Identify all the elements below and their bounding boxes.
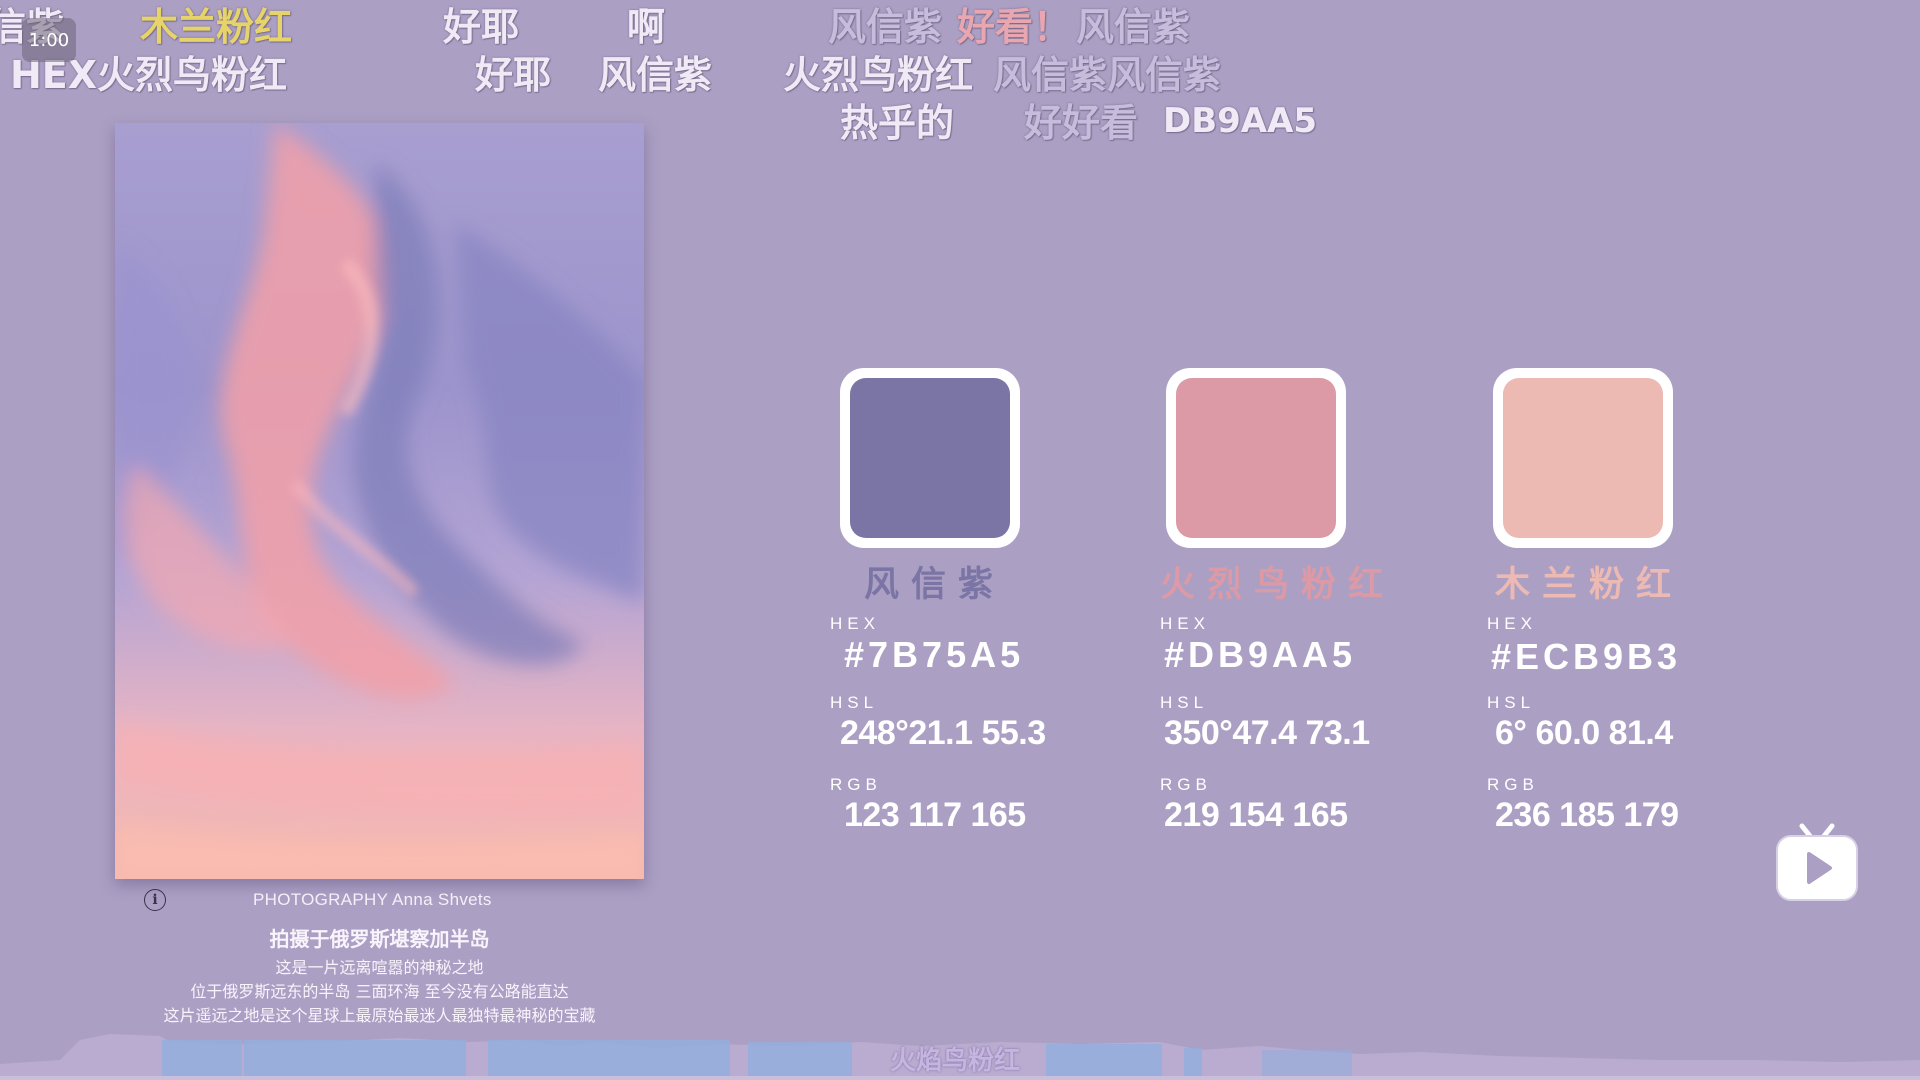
danmaku-item: 热乎的: [840, 101, 955, 145]
photographer-credit: PHOTOGRAPHY Anna Shvets: [253, 890, 492, 909]
danmaku-item: 风信紫风信紫: [993, 53, 1222, 97]
danmaku-item: 木兰粉红: [140, 5, 293, 49]
danmaku-item: DB9AA5: [1163, 101, 1318, 141]
rgb-label: RGB: [1487, 775, 1539, 794]
time-badge: 1:00: [22, 18, 76, 62]
hsl-value: 350°47.4 73.1: [1164, 714, 1370, 752]
hex-value: #ECB9B3: [1491, 636, 1682, 677]
bottom-danmaku: 火焰鸟粉红: [890, 1046, 1021, 1076]
caption-title: 拍摄于俄罗斯堪察加半岛: [269, 927, 490, 951]
sky-photo: [115, 123, 644, 879]
danmaku-item: 啊: [627, 5, 666, 49]
hex-value: #DB9AA5: [1164, 634, 1357, 675]
rgb-label: RGB: [1160, 775, 1212, 794]
color-swatch: [1166, 368, 1346, 548]
color-name: 火烈鸟粉红: [1160, 565, 1396, 605]
hsl-value: 248°21.1 55.3: [840, 714, 1046, 752]
hsl-label: HSL: [830, 693, 879, 712]
hsl-label: HSL: [1160, 693, 1209, 712]
danmaku-item: 好好看: [1024, 101, 1139, 145]
caption-line: 这是一片远离喧嚣的神秘之地: [275, 958, 484, 977]
swatch-fill: [1176, 378, 1336, 538]
danmaku-item: 风信紫: [1076, 5, 1191, 49]
caption-line: 位于俄罗斯远东的半岛 三面环海 至今没有公路能直达: [190, 982, 569, 1001]
color-swatch: [840, 368, 1020, 548]
danmaku-item: 风信紫: [828, 5, 943, 49]
hsl-value: 6° 60.0 81.4: [1495, 714, 1673, 752]
hex-label: HEX: [1487, 614, 1537, 633]
rgb-label: RGB: [830, 775, 882, 794]
hex-label: HEX: [1160, 614, 1210, 633]
color-name: 木兰粉红: [1495, 565, 1684, 605]
color-name: 风信紫: [864, 565, 1006, 605]
hex-value: #7B75A5: [844, 634, 1025, 675]
swatch-fill: [1503, 378, 1663, 538]
rgb-value: 123 117 165: [844, 796, 1026, 834]
hex-label: HEX: [830, 614, 880, 633]
danmaku-item: 好耶: [443, 5, 520, 49]
video-frame: 信紫 木兰粉红 好耶 啊 风信紫 好看！ 风信紫 HEX火烈鸟粉红 好耶 风信紫…: [0, 0, 1920, 1080]
photo-caption: 拍摄于俄罗斯堪察加半岛 这是一片远离喧嚣的神秘之地 位于俄罗斯远东的半岛 三面环…: [115, 923, 644, 1028]
color-swatch: [1493, 368, 1673, 548]
photo-credit: i PHOTOGRAPHY Anna Shvets: [140, 888, 620, 914]
danmaku-item: 火烈鸟粉红: [783, 53, 974, 97]
rgb-value: 219 154 165: [1164, 796, 1348, 834]
rgb-value: 236 185 179: [1495, 796, 1679, 834]
info-icon[interactable]: i: [144, 889, 166, 911]
danmaku-item: 好看！: [957, 5, 1072, 49]
swatch-fill: [850, 378, 1010, 538]
danmaku-item: 风信紫: [598, 53, 713, 97]
hsl-label: HSL: [1487, 693, 1536, 712]
bilibili-tv-icon[interactable]: [1774, 820, 1860, 904]
danmaku-item: 好耶: [475, 53, 552, 97]
